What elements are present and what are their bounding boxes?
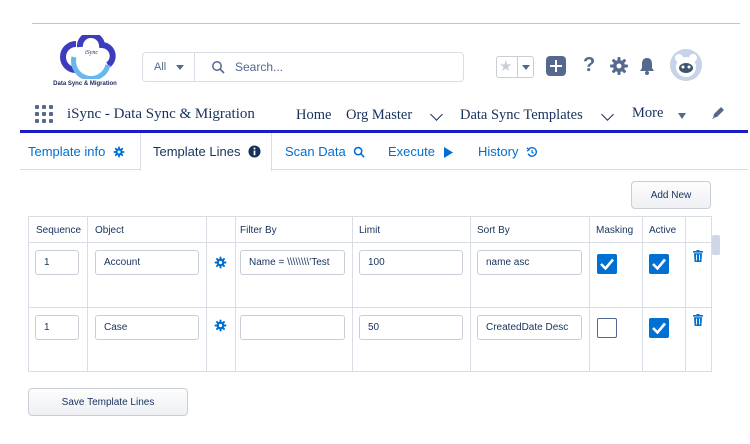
column-divider (589, 217, 590, 371)
add-new-button[interactable]: Add New (631, 181, 711, 209)
nav-item-home[interactable]: Home (296, 107, 331, 124)
search-scope-select[interactable]: All (143, 53, 195, 81)
favorites-button[interactable]: ★ (496, 56, 534, 78)
column-divider (685, 217, 686, 371)
column-divider (87, 217, 88, 371)
sort-input[interactable]: CreatedDate Desc (477, 315, 582, 340)
sequence-input[interactable]: 1 (35, 315, 79, 340)
caret-down-icon (176, 65, 184, 70)
limit-input[interactable]: 50 (359, 315, 463, 340)
masking-checkbox-unchecked[interactable] (597, 318, 617, 338)
active-checkbox-checked[interactable] (649, 254, 669, 274)
nav-item-org-master[interactable]: Org Master (346, 107, 412, 124)
object-input[interactable]: Case (95, 315, 199, 340)
edit-nav-pencil-icon[interactable] (710, 105, 726, 121)
app-launcher-icon[interactable] (35, 105, 55, 125)
header-active: Active (649, 225, 677, 236)
favorites-dropdown-icon[interactable] (517, 57, 533, 77)
caret-down-icon[interactable] (678, 113, 686, 119)
nav-item-data-sync-templates[interactable]: Data Sync Templates (460, 107, 583, 124)
filter-input[interactable]: Name = \\\\\\\\'Test (240, 250, 345, 275)
horizontal-scroll-handle[interactable] (712, 235, 720, 255)
search-icon (354, 146, 366, 158)
sort-input[interactable]: name asc (477, 250, 582, 275)
tab-execute[interactable]: Execute (388, 133, 453, 170)
logo-text: Data Sync & Migration (53, 81, 117, 87)
notifications-bell-icon[interactable] (637, 56, 657, 76)
column-divider (235, 217, 236, 371)
tab-template-info[interactable]: Template info (28, 133, 125, 170)
app-name: iSync - Data Sync & Migration (67, 106, 255, 122)
gear-icon[interactable] (214, 256, 227, 269)
tab-history[interactable]: History (478, 133, 538, 170)
tab-label: History (478, 144, 519, 159)
tab-bar: Template info Template Lines Scan Data E… (20, 133, 748, 171)
delete-trash-icon[interactable] (693, 250, 703, 262)
object-input[interactable]: Account (95, 250, 199, 275)
sequence-input[interactable]: 1 (35, 250, 79, 275)
history-icon (526, 147, 538, 157)
column-divider (642, 217, 643, 371)
tab-label: Template info (28, 144, 106, 159)
header-masking: Masking (596, 225, 634, 236)
active-checkbox-checked[interactable] (649, 318, 669, 338)
user-avatar[interactable] (670, 49, 702, 81)
nav-item-more[interactable]: More (632, 105, 663, 122)
gear-icon (113, 146, 125, 158)
masking-checkbox-checked[interactable] (597, 254, 617, 274)
template-lines-table: Sequence Object Filter By Limit Sort By … (28, 216, 712, 372)
app-logo: iSync Data Sync & Migration (46, 35, 124, 95)
setup-gear-icon[interactable] (609, 56, 629, 76)
search-scope-label: All (154, 61, 167, 73)
search-input[interactable] (235, 58, 455, 76)
header-sort-by: Sort By (477, 225, 510, 236)
tab-label: Template Lines (153, 144, 241, 159)
header-filter-by: Filter By (240, 225, 277, 236)
global-search[interactable]: All (142, 52, 464, 82)
chevron-down-icon[interactable] (430, 108, 443, 121)
delete-trash-icon[interactable] (693, 314, 703, 326)
column-divider (470, 217, 471, 371)
help-icon[interactable]: ? (583, 54, 595, 80)
search-icon (212, 61, 225, 74)
star-icon: ★ (499, 58, 513, 75)
tab-label: Execute (388, 144, 435, 159)
row-divider (29, 307, 711, 308)
limit-input[interactable]: 100 (359, 250, 463, 275)
column-divider (206, 217, 207, 371)
tab-scan-data[interactable]: Scan Data (285, 133, 366, 170)
column-divider (352, 217, 353, 371)
astro-avatar-icon (670, 49, 702, 81)
gear-icon[interactable] (214, 319, 227, 332)
logo-inner-text: iSync (85, 50, 98, 56)
info-icon (248, 145, 261, 158)
header-object: Object (95, 225, 124, 236)
header-sequence: Sequence (36, 225, 82, 236)
play-icon (443, 147, 453, 158)
top-divider (32, 23, 740, 24)
tab-template-lines[interactable]: Template Lines (140, 133, 273, 171)
save-template-lines-button[interactable]: Save Template Lines (28, 388, 188, 416)
tab-label: Scan Data (285, 144, 346, 159)
chevron-down-icon[interactable] (601, 108, 614, 121)
header-divider (29, 242, 711, 243)
global-actions-plus-icon[interactable] (546, 56, 566, 76)
sync-logo-icon: iSync (60, 35, 116, 79)
filter-input[interactable] (240, 315, 345, 340)
header-limit: Limit (359, 225, 381, 236)
